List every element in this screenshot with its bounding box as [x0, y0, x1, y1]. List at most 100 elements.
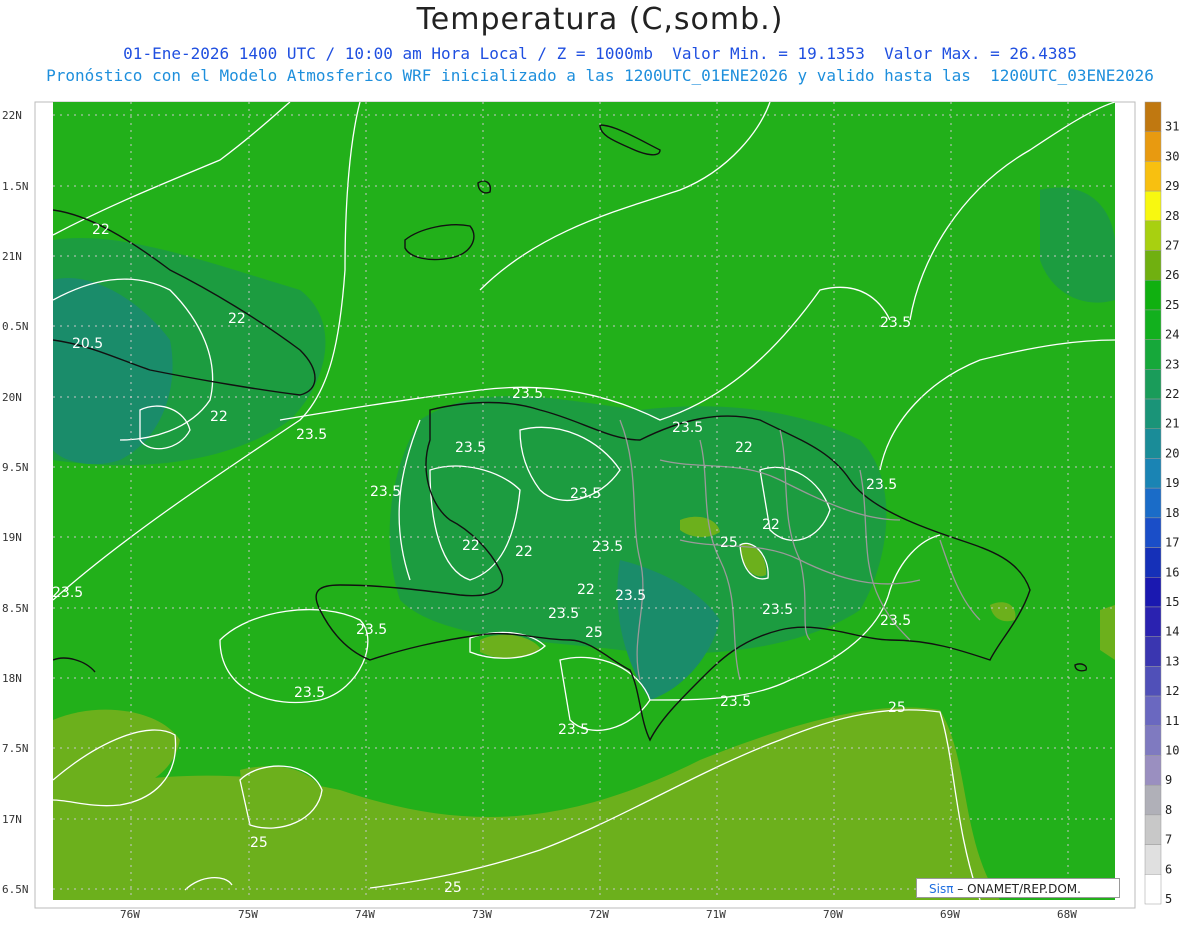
colorbar-swatch: [1144, 279, 1162, 311]
colorbar-label: 19: [1165, 476, 1179, 490]
contour-label: 23.5: [570, 486, 601, 502]
colorbar-swatch: [1144, 487, 1162, 519]
contour-label: 22: [577, 582, 595, 598]
lon-label: 74W: [355, 908, 375, 921]
lat-label: 0.5N: [2, 320, 29, 333]
contour-label: 22: [210, 409, 228, 425]
colorbar-swatch: [1144, 844, 1162, 875]
contour-label: 23.5: [294, 685, 325, 701]
contour-label: 23.5: [512, 386, 543, 402]
lon-label: 75W: [238, 908, 258, 921]
contour-label: 23.5: [455, 440, 486, 456]
colorbar-label: 14: [1165, 625, 1179, 639]
contour-label: 23.5: [866, 477, 897, 493]
colorbar-label: 26: [1165, 268, 1179, 282]
colorbar-swatch: [1144, 250, 1162, 281]
colorbar-swatch: [1144, 517, 1162, 548]
colorbar-label: 25: [1165, 298, 1179, 312]
contour-label: 23.5: [615, 588, 646, 604]
sispi-logo: Sisπ: [929, 882, 954, 896]
colorbar-swatch: [1144, 636, 1162, 667]
colorbar-swatch: [1144, 428, 1162, 459]
lat-label: 22N: [2, 109, 22, 122]
contour-label: 22: [735, 440, 753, 456]
colorbar-label: 29: [1165, 179, 1179, 193]
colorbar-swatch: [1144, 725, 1162, 756]
contour-label: 22: [462, 538, 480, 554]
lat-label: 1.5N: [2, 180, 29, 193]
colorbar-swatch: [1144, 309, 1162, 340]
colorbar-label: 13: [1165, 654, 1179, 668]
temperature-map: 22 22 20.5 22 23.5 23.5 23.5 23.5 23.5 2…: [2, 101, 1179, 921]
colorbar-swatch: [1144, 784, 1162, 816]
lat-label: 18N: [2, 672, 22, 685]
contour-label: 20.5: [72, 336, 103, 352]
lat-label: 6.5N: [2, 883, 29, 896]
colorbar-swatch: [1144, 755, 1162, 786]
contour-label: 25: [888, 700, 906, 716]
lon-label: 69W: [940, 908, 960, 921]
contour-label: 23.5: [558, 722, 589, 738]
lon-label: 72W: [589, 908, 609, 921]
colorbar-label: 15: [1165, 595, 1179, 609]
longitude-labels: 76W 75W 74W 73W 72W 71W 70W 69W 68W: [120, 908, 1077, 921]
contour-label: 22: [515, 544, 533, 560]
colorbar-label: 24: [1165, 328, 1179, 342]
colorbar-swatch: [1144, 547, 1162, 578]
colorbar-swatch: [1144, 339, 1162, 370]
colorbar-label: 6: [1165, 862, 1172, 876]
colorbar-label: 21: [1165, 417, 1179, 431]
colorbar-swatch: [1144, 606, 1162, 637]
contour-label: 22: [228, 311, 246, 327]
colorbar-label: 12: [1165, 684, 1179, 698]
colorbar-label: 31: [1165, 120, 1179, 134]
lat-label: 8.5N: [2, 602, 29, 615]
colorbar-label: 27: [1165, 239, 1179, 253]
lon-label: 73W: [472, 908, 492, 921]
colorbar-label: 16: [1165, 565, 1179, 579]
colorbar-swatch: [1144, 577, 1162, 608]
contour-label: 23.5: [370, 484, 401, 500]
contour-label: 25: [585, 625, 603, 641]
colorbar-swatch: [1144, 666, 1162, 697]
colorbar-swatch: [1144, 874, 1162, 905]
colorbar-label: 11: [1165, 714, 1179, 728]
colorbar-label: 18: [1165, 506, 1179, 520]
lon-label: 71W: [706, 908, 726, 921]
latitude-labels: 22N 1.5N 21N 0.5N 20N 9.5N 19N 8.5N 18N …: [2, 109, 29, 896]
colorbar-label: 17: [1165, 536, 1179, 550]
colorbar-swatch: [1144, 458, 1162, 489]
colorbar-label: 20: [1165, 446, 1179, 460]
colorbar-label: 5: [1165, 892, 1172, 906]
contour-label: 23.5: [880, 315, 911, 331]
colorbar-label: 7: [1165, 833, 1172, 847]
colorbar-swatch: [1144, 814, 1162, 845]
contour-label: 25: [444, 880, 462, 896]
contour-label: 22: [92, 222, 110, 238]
colorbar-swatch: [1144, 220, 1162, 251]
colorbar-swatch: [1144, 161, 1162, 192]
colorbar-swatch: [1144, 369, 1162, 400]
contour-label: 25: [720, 535, 738, 551]
contour-label: 23.5: [880, 613, 911, 629]
contour-label: 23.5: [548, 606, 579, 622]
lat-label: 17N: [2, 813, 22, 826]
lat-label: 21N: [2, 250, 22, 263]
contour-label: 23.5: [762, 602, 793, 618]
colorbar-swatch: [1144, 695, 1162, 727]
contour-label: 23.5: [592, 539, 623, 555]
colorbar-swatch: [1144, 131, 1162, 162]
credit-text: – ONAMET/REP.DOM.: [957, 882, 1081, 896]
colorbar-label: 30: [1165, 149, 1179, 163]
colorbar-swatch: [1144, 398, 1162, 429]
credit-box: Sisπ – ONAMET/REP.DOM.: [916, 878, 1120, 898]
colorbar-label: 23: [1165, 357, 1179, 371]
colorbar-label: 9: [1165, 773, 1172, 787]
contour-label: 23.5: [296, 427, 327, 443]
colorbar-swatch: [1144, 190, 1162, 222]
contour-label: 23.5: [356, 622, 387, 638]
lat-label: 19N: [2, 531, 22, 544]
contour-label: 23.5: [672, 420, 703, 436]
contour-label: 23.5: [52, 585, 83, 601]
lat-label: 20N: [2, 391, 22, 404]
